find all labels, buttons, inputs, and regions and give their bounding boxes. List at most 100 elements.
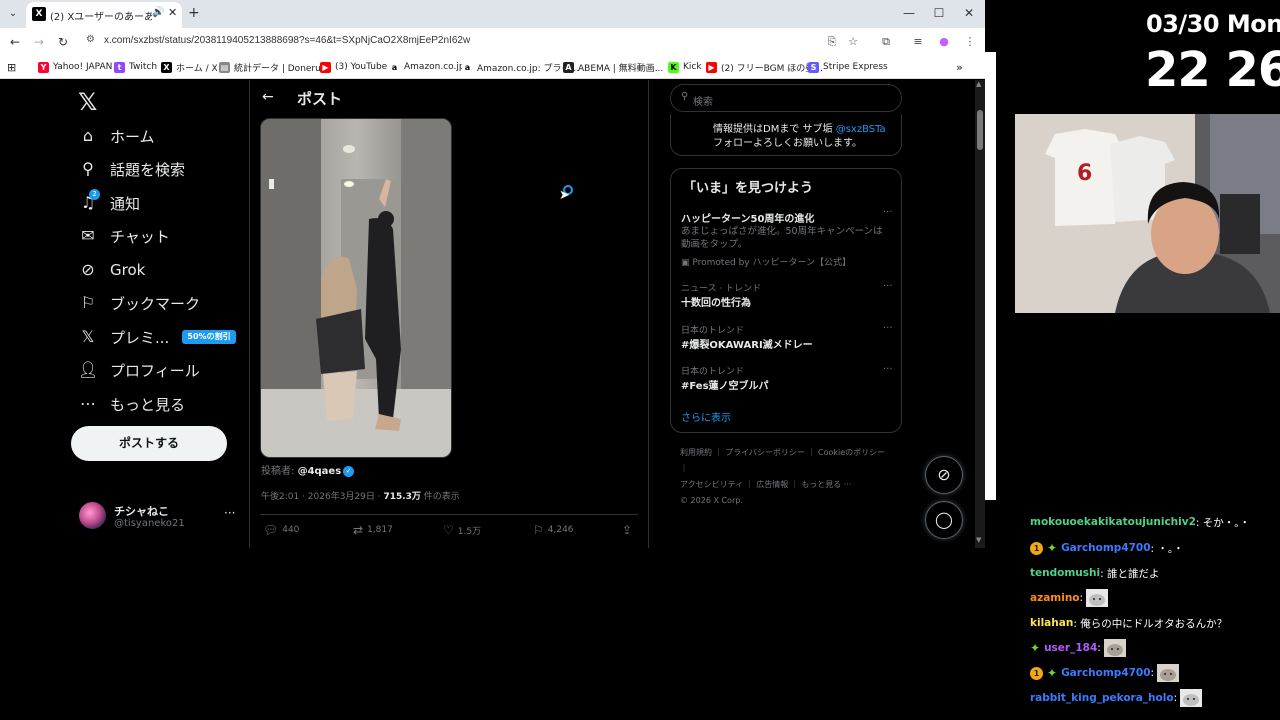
bookmark-twitch[interactable]: t Twitch [114, 60, 157, 74]
window-close-icon[interactable]: ✕ [962, 6, 976, 20]
tab-search-icon[interactable]: ⌄ [4, 5, 22, 23]
show-more-link[interactable]: さらに表示 [681, 409, 731, 424]
trend-more-icon[interactable]: ··· [883, 364, 893, 375]
cat-emote-icon [1157, 664, 1180, 682]
nav-home[interactable]: ⌂ ホーム [78, 123, 155, 149]
trend-title[interactable]: #Fes蓮ノ空ブルパ [681, 377, 769, 392]
grok-fab-icon[interactable]: ⊘ [925, 456, 963, 494]
nav-chat[interactable]: ✉ チャット [78, 223, 170, 249]
search-input[interactable]: ⚲ 検索 [670, 84, 902, 112]
trend-title[interactable]: 十数回の性行為 [681, 294, 751, 309]
trend-description: あまじょっぱさが進化。50周年キャンペーンは動画をタップ。 [681, 226, 883, 250]
bookmark-free-bgm[interactable]: ▶ (2) フリーBGM ほの昼... [706, 60, 823, 74]
chat-message: 1 ✦ Garchomp4700: ・。・ [1030, 539, 1184, 557]
bookmark-abema[interactable]: A ABEMA | 無料動画... [563, 60, 663, 74]
nav-more[interactable]: ⋯ もっと見る [78, 391, 185, 417]
bookmark-stripe[interactable]: S Stripe Express [808, 60, 888, 74]
footer-link[interactable]: アクセシビリティ [680, 480, 743, 489]
back-arrow-icon[interactable]: ← [262, 89, 274, 105]
cat-emote-icon [1103, 639, 1126, 657]
scrollbar-thumb[interactable] [977, 110, 983, 150]
footer-link[interactable]: 広告情報 [756, 480, 788, 489]
nav-notifications[interactable]: ♫ 2 通知 [78, 189, 140, 216]
profile-icon[interactable]: ● [936, 34, 952, 50]
view-count: 715.3万 [383, 492, 421, 502]
cast-icon[interactable]: ⎘ [824, 34, 840, 50]
apps-icon[interactable]: ⊞ [7, 60, 16, 74]
footer-link[interactable]: 利用規約 [680, 448, 712, 457]
bookmark-yahoo[interactable]: Y Yahoo! JAPAN [38, 60, 112, 74]
bookmarks-bar: ⊞ Y Yahoo! JAPAN t Twitch X ホーム / X ▤ 統計データ … [0, 55, 985, 79]
post-button[interactable]: ポストする [71, 426, 227, 461]
footer-link[interactable]: もっと見る ··· [801, 480, 851, 489]
bio-line: フォローよろしくお願いします。 [713, 138, 862, 149]
bookmark-amazon-prime[interactable]: a Amazon.co.jp: プライ... [462, 60, 579, 74]
media-icon[interactable]: ≡ [910, 34, 926, 50]
trend-more-icon[interactable]: ··· [883, 323, 893, 334]
bookmark-amazon[interactable]: a Amazon.co.jp [389, 60, 465, 74]
speaker-icon[interactable]: 🔊 [152, 7, 164, 18]
chat-username: kilahan [1030, 617, 1074, 629]
tab-close-icon[interactable]: ✕ [168, 6, 177, 19]
post-video[interactable] [260, 118, 452, 458]
bookmark-doneru[interactable]: ▤ 統計データ | Doneru... [219, 60, 329, 74]
webcam-feed: 6 [1015, 114, 1280, 313]
repost-icon: ⇄ [353, 523, 364, 537]
youtube-icon: ▶ [320, 61, 331, 73]
x-logo-icon[interactable]: 𝕏 [78, 88, 97, 116]
bookmark-button[interactable]: ⚐ 4,246 [533, 523, 574, 537]
url-text: x.com/sxzbst/status/2038119405213888698?… [104, 35, 471, 46]
new-tab-icon[interactable]: + [188, 5, 200, 21]
nav-profile[interactable]: 👤︎ プロフィール [78, 357, 200, 383]
avatar[interactable] [79, 502, 106, 529]
mail-icon: ✉ [81, 226, 95, 245]
repost-button[interactable]: ⇄ 1,817 [353, 523, 393, 537]
scroll-down-icon[interactable]: ▼ [976, 536, 981, 544]
x-favicon-icon: X [32, 7, 46, 21]
share-button[interactable]: ⇪ [622, 523, 636, 537]
verified-icon: ✓ [343, 465, 355, 477]
browser-toolbar: ← → ↻ ⚙ x.com/sxzbst/status/203811940521… [0, 28, 985, 55]
like-button[interactable]: ♡ 1.5万 [443, 523, 481, 537]
bookmark-kick[interactable]: K Kick [668, 60, 702, 74]
footer-link[interactable]: プライバシーポリシー [725, 448, 805, 457]
nav-explore[interactable]: ⚲ 話題を検索 [78, 156, 185, 182]
site-info-icon[interactable]: ⚙ [86, 34, 95, 45]
trend-title[interactable]: #爆裂OKAWARI滅メドレー [681, 336, 813, 351]
browser-tab[interactable]: X (2) Xユーザーのあーあさん: 「警 🔊 ✕ [26, 2, 182, 28]
poster-handle[interactable]: @4qaes [298, 466, 342, 477]
nav-bookmarks[interactable]: ⚐ ブックマーク [78, 290, 200, 316]
stripe-icon: S [808, 61, 819, 73]
more-bookmarks-icon[interactable]: » [956, 60, 963, 74]
star-icon[interactable]: ☆ [845, 34, 861, 50]
reply-button[interactable]: 💬︎ 440 [263, 523, 299, 537]
nav-grok[interactable]: ⊘ Grok [78, 257, 145, 283]
trend-title[interactable]: ハッピーターン50周年の進化 [681, 210, 814, 225]
scroll-up-icon[interactable]: ▲ [976, 80, 981, 88]
footer-link[interactable]: Cookieのポリシー [818, 448, 885, 457]
address-bar[interactable]: ⚙ x.com/sxzbst/status/203811940521388869… [80, 31, 880, 52]
chat-message: ✦ user_184: [1030, 639, 1126, 657]
bookmark-x-home[interactable]: X ホーム / X [161, 60, 218, 74]
back-icon[interactable]: ← [7, 34, 23, 50]
menu-icon[interactable]: ⋮ [962, 34, 978, 50]
video-frame-image [261, 119, 451, 457]
trend-more-icon[interactable]: ··· [883, 207, 893, 218]
bookmark-youtube[interactable]: ▶ (3) YouTube [320, 60, 387, 74]
minimize-icon[interactable]: — [902, 6, 916, 20]
trend-more-icon[interactable]: ··· [883, 281, 893, 292]
chat-fab-icon[interactable]: ◯ [925, 501, 963, 539]
tab-title: (2) Xユーザーのあーあさん: 「警 [50, 12, 152, 23]
extensions-icon[interactable]: ⧉ [878, 34, 894, 50]
maximize-icon[interactable]: ☐ [932, 6, 946, 20]
scrollbar[interactable]: ▲ ▼ [975, 80, 985, 548]
nav-premium[interactable]: 𝕏 プレミ... [78, 324, 170, 350]
forward-icon[interactable]: → [31, 34, 47, 50]
poster-credit: 投稿者: @4qaes ✓ [261, 462, 355, 477]
chat-username: rabbit_king_pekora_holo [1030, 692, 1174, 704]
notification-badge: 2 [89, 189, 100, 200]
chat-message: kilahan: 俺らの中にドルオタおるんか？ [1030, 617, 1228, 630]
reload-icon[interactable]: ↻ [55, 34, 71, 50]
account-more-icon[interactable]: ··· [224, 506, 235, 520]
account-name[interactable]: チシャねこ [114, 503, 169, 519]
